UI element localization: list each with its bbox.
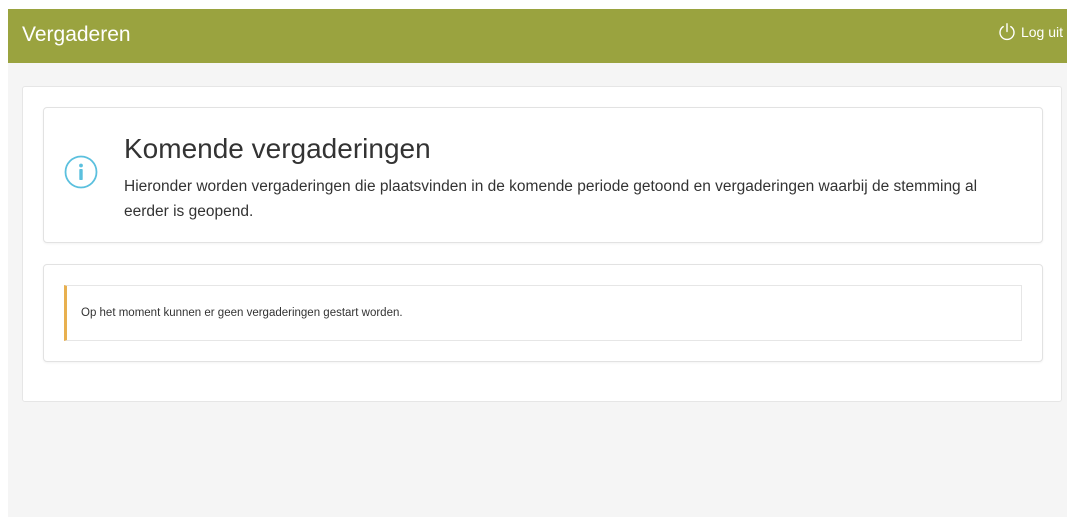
app-window: Vergaderen Log uit Komende vergaderingen <box>8 9 1067 517</box>
info-icon <box>64 155 98 189</box>
page-description: Hieronder worden vergaderingen die plaat… <box>124 178 978 220</box>
top-navbar: Vergaderen Log uit <box>8 9 1067 63</box>
logout-label: Log uit <box>1020 24 1063 40</box>
power-icon <box>997 22 1017 42</box>
content-panel: Komende vergaderingen Hieronder worden v… <box>22 86 1062 402</box>
logout-button[interactable]: Log uit <box>997 21 1063 43</box>
meetings-card: Op het moment kunnen er geen vergadering… <box>43 264 1043 362</box>
brand-title[interactable]: Vergaderen <box>22 22 131 48</box>
alert-message: Op het moment kunnen er geen vergadering… <box>81 307 403 319</box>
info-card: Komende vergaderingen Hieronder worden v… <box>43 107 1043 243</box>
warning-alert: Op het moment kunnen er geen vergadering… <box>64 285 1022 341</box>
page-title: Komende vergaderingen <box>124 133 431 164</box>
